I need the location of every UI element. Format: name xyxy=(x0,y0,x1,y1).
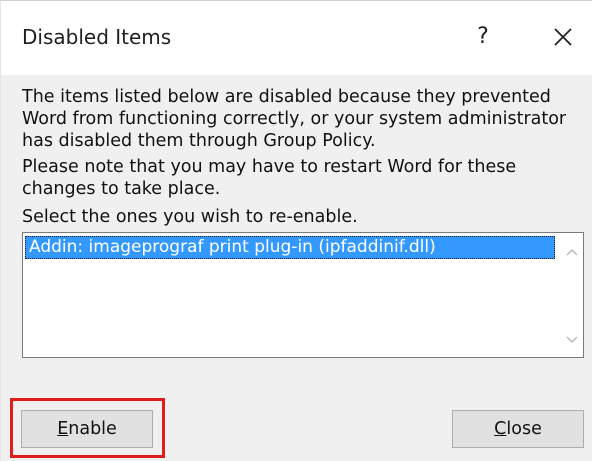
close-icon[interactable] xyxy=(543,17,583,57)
close-accelerator: C xyxy=(494,419,507,439)
close-label: lose xyxy=(506,419,542,439)
title-bar: Disabled Items ? xyxy=(1,1,592,75)
chevron-up-icon[interactable] xyxy=(565,245,579,259)
dialog-title: Disabled Items xyxy=(22,25,172,49)
list-item[interactable]: Addin: imageprograf print plug-in (ipfad… xyxy=(25,236,555,259)
disabled-items-list[interactable]: Addin: imageprograf print plug-in (ipfad… xyxy=(22,232,584,358)
disabled-items-dialog: Disabled Items ? The items listed below … xyxy=(0,0,592,461)
message-line-1: The items listed below are disabled beca… xyxy=(22,87,551,107)
help-button[interactable]: ? xyxy=(465,19,501,55)
message-line-2: Word from functioning correctly, or your… xyxy=(22,109,567,129)
chevron-down-icon[interactable] xyxy=(565,331,579,345)
scrollbar[interactable] xyxy=(561,233,583,357)
enable-accelerator: E xyxy=(57,419,69,439)
select-instruction: Select the ones you wish to re-enable. xyxy=(22,207,358,227)
restart-note-line-2: changes to take place. xyxy=(22,179,221,199)
restart-note-line-1: Please note that you may have to restart… xyxy=(22,157,517,177)
close-button[interactable]: Close xyxy=(452,410,584,448)
enable-button[interactable]: Enable xyxy=(21,410,153,448)
enable-label: nable xyxy=(68,419,117,439)
message-line-3: has disabled them through Group Policy. xyxy=(22,131,376,151)
